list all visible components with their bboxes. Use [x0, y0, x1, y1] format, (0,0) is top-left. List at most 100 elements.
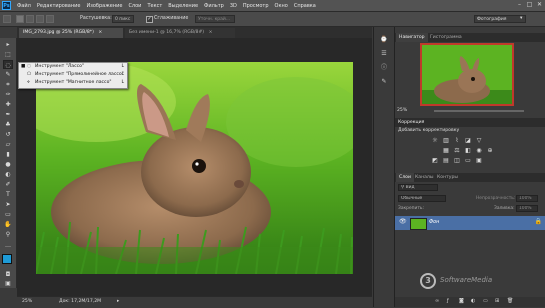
more-tools-icon[interactable]: …	[3, 241, 13, 250]
menu-view[interactable]: Просмотр	[240, 3, 272, 9]
color-balance-icon[interactable]: ⚖	[453, 147, 461, 154]
antialias-checkbox[interactable]: ✓	[146, 16, 153, 23]
lasso-tool-icon[interactable]: ◌	[3, 60, 13, 69]
eye-icon[interactable]: 👁	[399, 218, 407, 225]
rabbit-photo[interactable]	[36, 62, 353, 274]
layer-row-background[interactable]: 👁 Фон 🔒	[395, 216, 545, 230]
adjustment-layer-icon[interactable]: ◐	[471, 298, 475, 304]
shape-tool-icon[interactable]: ▭	[3, 210, 13, 219]
properties-icon[interactable]: ☰	[379, 49, 389, 59]
tab-close-icon[interactable]: ×	[209, 30, 213, 35]
new-selection-icon[interactable]	[16, 15, 24, 23]
info-icon[interactable]: ⓘ	[379, 63, 389, 73]
gradient-tool-icon[interactable]: ▮	[3, 150, 13, 159]
crop-tool-icon[interactable]: ⌗	[3, 80, 13, 89]
invert-icon[interactable]: ◩	[431, 157, 439, 164]
minimize-button[interactable]: –	[516, 1, 523, 8]
layer-filter-label: Вид	[405, 185, 415, 190]
add-selection-icon[interactable]	[26, 15, 34, 23]
threshold-icon[interactable]: ◫	[453, 157, 461, 164]
flyout-item-magnetic-lasso[interactable]: ⋄ Инструмент "Магнитное лассо" L	[19, 79, 127, 87]
levels-icon[interactable]: ▥	[442, 137, 450, 144]
folder-icon[interactable]: ▭	[483, 298, 488, 304]
menu-layer[interactable]: Слои	[125, 3, 144, 9]
black-white-icon[interactable]: ◧	[464, 147, 472, 154]
foreground-color-swatch[interactable]	[2, 254, 12, 264]
maximize-button[interactable]: □	[526, 1, 533, 8]
gradient-map-icon[interactable]: ▭	[464, 157, 472, 164]
menu-file[interactable]: Файл	[14, 3, 34, 9]
posterize-icon[interactable]: ▤	[442, 157, 450, 164]
blur-tool-icon[interactable]: ●	[3, 160, 13, 169]
navigator-zoom-slider[interactable]	[434, 110, 524, 112]
tab-histogram[interactable]: Гистограмма	[427, 33, 465, 42]
layer-name[interactable]: Фон	[429, 216, 439, 230]
dodge-tool-icon[interactable]: ◐	[3, 170, 13, 179]
navigator-preview[interactable]	[420, 43, 514, 106]
vibrance-icon[interactable]: ▽	[475, 137, 483, 144]
new-layer-icon[interactable]: ⊞	[495, 298, 499, 304]
flyout-item-polygonal-lasso[interactable]: ⬠ Инструмент "Прямолинейное лассо" L	[19, 71, 127, 79]
eraser-tool-icon[interactable]: ▱	[3, 140, 13, 149]
menu-3d[interactable]: 3D	[227, 3, 240, 9]
fx-icon[interactable]: ƒ	[447, 298, 449, 304]
menu-select[interactable]: Выделение	[165, 3, 201, 9]
brightness-contrast-icon[interactable]: ☼	[431, 137, 439, 144]
menu-type[interactable]: Текст	[144, 3, 165, 9]
blend-mode-select[interactable]: Обычные	[398, 195, 446, 202]
menu-window[interactable]: Окно	[272, 3, 291, 9]
type-tool-icon[interactable]: T	[3, 190, 13, 199]
layer-filter-select[interactable]: ⚲ Вид	[398, 184, 438, 191]
intersect-selection-icon[interactable]	[46, 15, 54, 23]
link-layers-icon[interactable]: ∞	[435, 298, 439, 304]
tab-channels[interactable]: Каналы	[412, 173, 436, 182]
pen-tool-icon[interactable]: ✐	[3, 180, 13, 189]
curves-icon[interactable]: ⌇	[453, 137, 461, 144]
healing-brush-tool-icon[interactable]: ✚	[3, 100, 13, 109]
navigator-zoom[interactable]: 25%	[397, 108, 407, 113]
hue-saturation-icon[interactable]: ▦	[442, 147, 450, 154]
tab-close-icon[interactable]: ×	[98, 30, 102, 35]
lasso-preset-icon[interactable]	[3, 15, 11, 23]
workspace-select[interactable]: Фотография	[474, 15, 526, 23]
status-arrow-icon[interactable]: ▸	[117, 297, 119, 307]
exposure-icon[interactable]: ◪	[464, 137, 472, 144]
channel-mixer-icon[interactable]: ⊕	[486, 147, 494, 154]
move-tool-icon[interactable]: ▸	[3, 40, 13, 49]
tab-untitled-1[interactable]: Без имени-1 @ 16,7% (RGB/8#) ×	[125, 28, 235, 38]
brush-tool-icon[interactable]: ✒	[3, 110, 13, 119]
close-button[interactable]: ✕	[536, 1, 543, 8]
menu-edit[interactable]: Редактирование	[34, 3, 84, 9]
flyout-item-lasso[interactable]: ■ ◌ Инструмент "Лассо" L	[19, 63, 127, 71]
tab-paths[interactable]: Контуры	[434, 173, 461, 182]
path-select-tool-icon[interactable]: ➤	[3, 200, 13, 209]
history-icon[interactable]: ⌚	[379, 35, 389, 45]
mask-icon[interactable]: ◙	[459, 298, 464, 304]
opacity-input[interactable]: 100%	[516, 195, 538, 202]
refine-edge-button[interactable]: Уточн. край...	[195, 15, 235, 23]
subtract-selection-icon[interactable]	[36, 15, 44, 23]
menu-help[interactable]: Справка	[291, 3, 319, 9]
adjustments-title[interactable]: Коррекция	[398, 118, 424, 127]
selective-color-icon[interactable]: ▣	[475, 157, 483, 164]
tab-navigator[interactable]: Навигатор	[396, 33, 428, 42]
photo-filter-icon[interactable]: ◉	[475, 147, 483, 154]
marquee-tool-icon[interactable]: ⬚	[3, 50, 13, 59]
hand-tool-icon[interactable]: ✋	[3, 220, 13, 229]
quick-mask-icon[interactable]: ◘	[3, 270, 13, 279]
zoom-tool-icon[interactable]: ⚲	[3, 230, 13, 239]
tab-img-2793[interactable]: IMG_2793.jpg @ 25% (RGB/8*) ×	[19, 28, 123, 38]
fill-input[interactable]: 100%	[516, 205, 538, 212]
history-brush-tool-icon[interactable]: ↺	[3, 130, 13, 139]
screen-mode-icon[interactable]: ▣	[3, 279, 13, 288]
feather-input[interactable]: 0 пикс	[112, 15, 134, 23]
brush-presets-icon[interactable]: ✎	[379, 77, 389, 87]
quick-select-tool-icon[interactable]: ✎	[3, 70, 13, 79]
chevron-down-icon[interactable]: ▾	[520, 15, 522, 23]
menu-image[interactable]: Изображение	[83, 3, 125, 9]
menu-filter[interactable]: Фильтр	[201, 3, 227, 9]
eyedropper-tool-icon[interactable]: ✑	[3, 90, 13, 99]
clone-stamp-tool-icon[interactable]: ♣	[3, 120, 13, 129]
zoom-level[interactable]: 25%	[22, 297, 32, 307]
trash-icon[interactable]: 🗑	[507, 298, 513, 304]
